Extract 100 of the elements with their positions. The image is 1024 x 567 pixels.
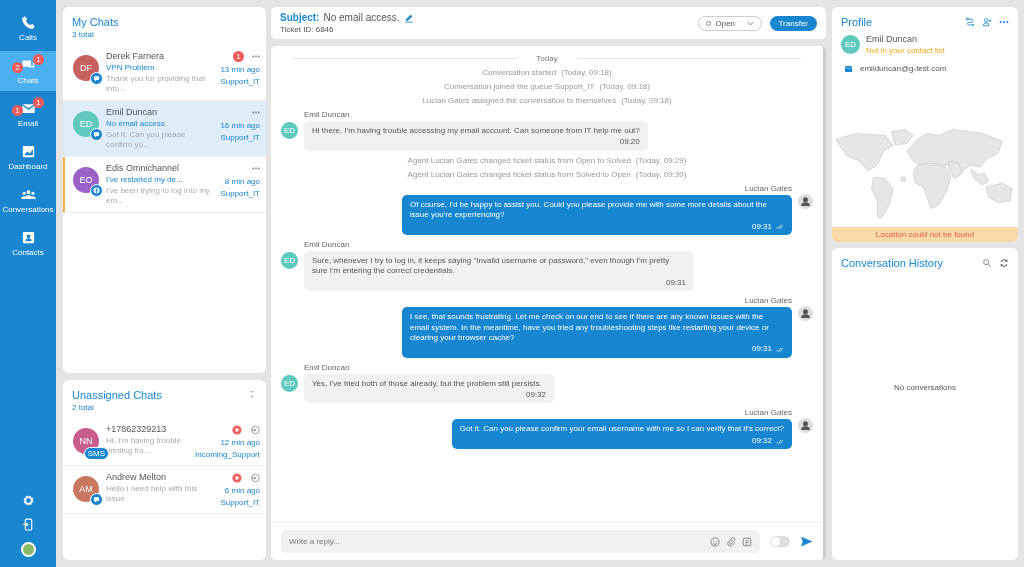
template-icon[interactable]: [742, 536, 752, 547]
facebook-icon: [92, 186, 101, 195]
unread-badge: 1: [233, 51, 244, 62]
timestamp: (Today, 09:18): [561, 68, 612, 77]
timestamp: (Today, 09:18): [621, 96, 672, 105]
chat-list-item[interactable]: NN SMS +17862329213 Hi, I'm having trouble printing fro... 12 min ago Incoming_Support: [63, 418, 266, 466]
paperclip-icon[interactable]: [726, 536, 736, 547]
collapse-icon[interactable]: [247, 389, 257, 399]
system-message: Lucian Gates assigned the conversation to themselves: [422, 96, 617, 105]
transfer-button[interactable]: Transfer: [769, 15, 817, 31]
avatar-initials: DF: [80, 63, 92, 73]
timestamp: (Today, 09:29): [635, 155, 687, 165]
contact-name: Edis Omnichannel: [106, 163, 181, 173]
queue-name: Support_IT: [220, 77, 260, 86]
nav-item[interactable]: Chats 1 2: [0, 51, 56, 91]
panel-title: Unassigned Chats: [72, 389, 162, 401]
user-avatar[interactable]: [20, 542, 36, 557]
message-preview: I've been trying to log into my em...: [106, 186, 211, 206]
avatar-initials: ED: [283, 255, 296, 265]
message-text: Of course, I'd be happy to assist you. Could you please provide me with some more details about the issue you're experiencing?: [410, 199, 768, 221]
nav-item[interactable]: Dashboard: [0, 137, 56, 177]
queue-name: Support_IT: [220, 498, 260, 507]
author-name: Lucian Gates: [744, 296, 792, 306]
settings-icon[interactable]: [21, 494, 35, 507]
reply-field[interactable]: Write a reply...: [281, 530, 760, 553]
count-badge: 1: [12, 105, 23, 116]
agent-avatar-icon: [798, 193, 813, 209]
assign-icon[interactable]: [250, 424, 260, 435]
nav-item[interactable]: Contacts: [0, 223, 56, 263]
queue-name: Incoming_Support: [195, 450, 260, 459]
route-icon[interactable]: [965, 17, 975, 27]
avatar-initials: AM: [79, 484, 93, 494]
total-count: 3 total: [72, 30, 95, 39]
author-name: Lucian Gates: [744, 183, 792, 193]
message-text: Got it. Can you please confirm your email username with me so I can verify that it's correct?: [459, 424, 784, 435]
agent-avatar-icon: [798, 306, 813, 322]
panel-title: Profile: [841, 16, 873, 28]
send-icon[interactable]: [800, 535, 813, 548]
edit-icon[interactable]: [403, 12, 414, 23]
chat-subject: No email access.: [106, 119, 168, 128]
assign-icon[interactable]: [250, 472, 260, 483]
phone-device-icon[interactable]: [21, 518, 35, 531]
contact-name: +17862329213: [106, 424, 168, 434]
add-contact-icon[interactable]: [982, 17, 992, 27]
chat-list-item[interactable]: AM Andrew Melton Hello I need help with this issue 6 min ago Support_IT: [63, 466, 266, 514]
author-name: Emil Duncan: [304, 110, 351, 119]
count-badge: 2: [12, 62, 23, 73]
message-preview: Hello I need help with this issue: [106, 484, 199, 504]
message-time: 09:31: [751, 221, 772, 232]
time-ago: 16 min ago: [220, 121, 260, 130]
envelope-icon: [845, 65, 852, 72]
more-icon[interactable]: [252, 111, 260, 114]
message-text: I see, that sounds frustrating. Let me check on our end to see if there are any known issues with the email system. In the meantime, have you tried any troubleshooting steps like restarting your device or clearing your browser cache?: [410, 312, 770, 344]
message-time: 09:32: [751, 435, 772, 447]
count-badge: 1: [33, 54, 44, 65]
chat-subject: I've restarted my de...: [106, 175, 184, 184]
nav-item[interactable]: Email 1 1: [0, 94, 56, 134]
message-preview: Thank you for providing that info...: [106, 74, 207, 94]
nav-item[interactable]: Calls: [0, 8, 56, 48]
location-warning: Location could not be found: [832, 227, 1018, 242]
avatar-initials: ED: [283, 126, 296, 135]
email-address: emilduncan@g-test.com: [860, 64, 947, 73]
subject-label: Subject:: [280, 12, 320, 23]
author-name: Lucian Gates: [744, 408, 792, 418]
more-icon[interactable]: [252, 55, 260, 58]
chat-icon: [92, 74, 101, 83]
timestamp: (Today, 09:18): [599, 82, 650, 91]
message-preview: Hi, I'm having trouble printing fro...: [106, 436, 182, 456]
toggle-switch[interactable]: [770, 536, 790, 547]
record-icon[interactable]: [232, 472, 242, 483]
contact-name: Emil Duncan: [866, 34, 919, 44]
chat-list-item[interactable]: EO Edis Omnichannel I've restarted my de... I've been trying to log into my em... 8 min ago Support_IT: [63, 157, 266, 213]
chart-image-icon: [20, 144, 36, 159]
refresh-icon[interactable]: [999, 258, 1009, 268]
panel-title: Conversation History: [841, 257, 944, 269]
search-icon[interactable]: [982, 258, 992, 268]
queue-name: Support_IT: [220, 133, 260, 142]
contact-name: Derek Farnera: [106, 51, 166, 61]
nav-item[interactable]: Conversations: [0, 180, 56, 220]
agent-avatar-icon: [798, 418, 813, 434]
ticket-id: Ticket ID: 6846: [280, 25, 335, 34]
message-time: 09:31: [751, 344, 772, 355]
emoji-icon[interactable]: [710, 536, 720, 547]
phone-icon: [20, 15, 36, 30]
time-ago: 6 min ago: [224, 486, 260, 495]
record-icon[interactable]: [232, 424, 242, 435]
avatar-initials: EO: [79, 175, 93, 185]
system-message: Conversation joined the queue Support_IT: [444, 82, 595, 91]
reply-input[interactable]: Write a reply...: [289, 535, 704, 548]
message-text: Sure, whenever I try to log in, it keeps saying "Invalid username or password," even though I'm pretty sure I'm entering the correct credentials.: [312, 255, 671, 277]
system-message: Conversation started: [482, 68, 557, 77]
chat-subject: VPN Problem: [106, 63, 156, 72]
message-time: 09:32: [525, 390, 546, 401]
people-group-icon: [20, 187, 36, 202]
more-icon[interactable]: [252, 167, 260, 170]
status-dropdown[interactable]: Open: [697, 15, 762, 31]
time-ago: 12 min ago: [220, 438, 260, 447]
count-badge: 1: [33, 97, 44, 108]
chat-icon: [92, 495, 101, 504]
date-divider: Today: [536, 54, 558, 63]
